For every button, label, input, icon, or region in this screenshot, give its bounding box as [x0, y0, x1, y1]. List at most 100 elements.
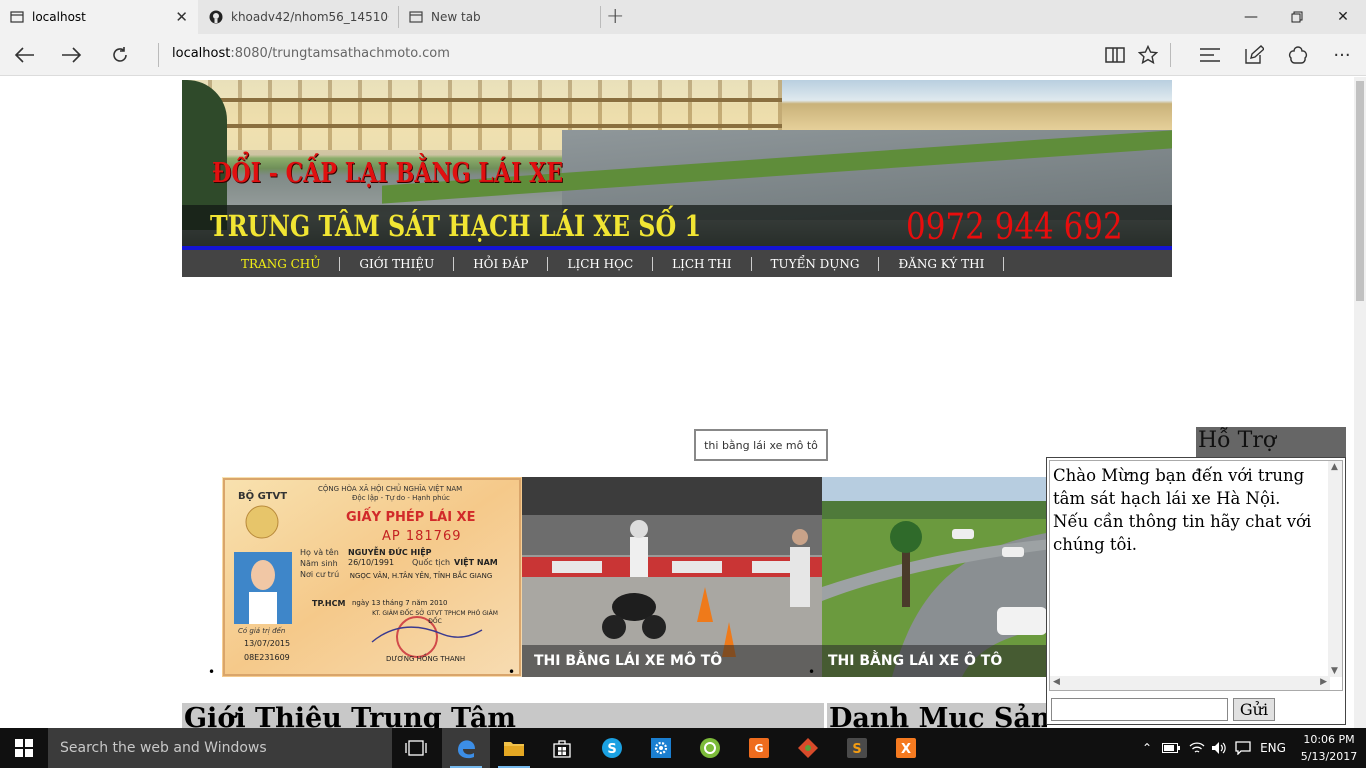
tray-volume-icon[interactable] [1208, 728, 1230, 768]
page-viewport: ĐỔI - CẤP LẠI BẰNG LÁI XE TRUNG TÂM SÁT … [0, 77, 1354, 728]
taskbar-sublime[interactable]: S [833, 728, 881, 768]
menu-item-home[interactable]: TRANG CHỦ [222, 256, 341, 271]
license-serial: 08E231609 [244, 653, 290, 662]
web-note-button[interactable] [1241, 42, 1267, 68]
taskbar-git[interactable] [784, 728, 832, 768]
clock-date: 5/13/2017 [1300, 750, 1358, 763]
svg-text:S: S [607, 742, 616, 757]
slide-motorbike-test[interactable]: THI BẰNG LÁI XE MÔ TÔ [522, 477, 822, 677]
scroll-down-icon[interactable]: ▼ [1331, 666, 1338, 676]
license-valid-until: 13/07/2015 [244, 639, 291, 648]
forward-button[interactable] [57, 40, 87, 70]
tab-title: localhost [32, 10, 86, 24]
slider-bullet[interactable]: • [208, 665, 215, 679]
chat-message-line: Chào Mừng bạn đến với trung tâm sát hạch… [1053, 466, 1305, 508]
forward-arrow-icon [62, 47, 82, 63]
tray-language[interactable]: ENG [1256, 728, 1290, 768]
license-issue-city: TP.HCM [312, 599, 346, 608]
taskbar-clock[interactable]: 10:06 PM 5/13/2017 [1296, 731, 1362, 765]
banner-title-top: ĐỔI - CẤP LẠI BẰNG LÁI XE [212, 158, 564, 189]
slider-bullet[interactable]: • [508, 665, 515, 679]
license-title: GIẤY PHÉP LÁI XE [346, 510, 476, 525]
minimize-button[interactable]: — [1228, 0, 1274, 34]
taskbar-coccoc[interactable] [686, 728, 734, 768]
license-field-labels: Họ và tên Năm sinh Nơi cư trú [300, 547, 339, 580]
close-tab-icon[interactable]: ✕ [175, 8, 188, 26]
taskbar-store[interactable] [538, 728, 586, 768]
chat-widget: Chào Mừng bạn đến với trung tâm sát hạch… [1046, 457, 1346, 725]
slide-license[interactable]: BỘ GTVT CỘNG HÒA XÃ HỘI CHỦ NGHĨA VIỆT N… [222, 477, 522, 677]
address-bar[interactable]: localhost:8080/trungtamsathachmoto.com [172, 46, 450, 61]
banner-building-floor [182, 124, 782, 128]
tray-show-hidden-icon[interactable]: ⌃ [1138, 728, 1156, 768]
menu-item-exam-schedule[interactable]: LỊCH THI [653, 256, 752, 271]
tab-localhost[interactable]: localhost ✕ [0, 0, 198, 34]
taskbar-xampp[interactable]: X [882, 728, 930, 768]
license-nationality-label: Quốc tịch [412, 558, 451, 567]
taskbar-skype[interactable]: S [588, 728, 636, 768]
chat-input[interactable] [1051, 698, 1228, 721]
share-button[interactable] [1285, 42, 1311, 68]
page-scrollbar[interactable] [1354, 77, 1366, 728]
folder-icon [504, 742, 524, 756]
new-tab-button[interactable]: + [606, 4, 624, 29]
more-button[interactable]: ··· [1329, 42, 1355, 68]
hub-button[interactable] [1197, 42, 1223, 68]
image-slider: BỘ GTVT CỘNG HÒA XÃ HỘI CHỦ NGHĨA VIỆT N… [222, 477, 1052, 677]
slider-bullet[interactable]: • [808, 665, 815, 679]
chat-send-button[interactable]: Gửi [1233, 698, 1275, 721]
reading-view-button[interactable] [1102, 42, 1128, 68]
taskbar: Search the web and Windows S G S X ⌃ ENG… [0, 728, 1366, 768]
refresh-button[interactable] [105, 40, 135, 70]
close-window-button[interactable]: ✕ [1320, 0, 1366, 34]
license-nationality: VIỆT NAM [454, 558, 498, 567]
restore-button[interactable] [1274, 0, 1320, 34]
address-path: :8080/trungtamsathachmoto.com [230, 46, 450, 61]
chat-vertical-scrollbar[interactable]: ▲ ▼ [1328, 461, 1342, 677]
clock-time: 10:06 PM [1303, 733, 1355, 746]
pdf-reader-icon: G [749, 738, 769, 758]
scroll-up-icon[interactable]: ▲ [1331, 462, 1338, 472]
license-signer-name: DƯƠNG HỒNG THANH [386, 655, 466, 663]
chat-message-area[interactable]: Chào Mừng bạn đến với trung tâm sát hạch… [1049, 460, 1343, 691]
menu-item-about[interactable]: GIỚI THIỆU [340, 256, 455, 271]
banner-title-main: TRUNG TÂM SÁT HẠCH LÁI XE SỐ 1 [210, 209, 702, 243]
chat-message: Chào Mừng bạn đến với trung tâm sát hạch… [1053, 464, 1325, 556]
refresh-icon [113, 47, 127, 62]
slide-car-test[interactable]: THI BẰNG LÁI XE Ô TÔ [822, 477, 1052, 677]
taskbar-edge[interactable] [442, 728, 490, 768]
tab-new-tab[interactable]: New tab [399, 0, 599, 34]
scroll-left-icon[interactable]: ◀ [1053, 677, 1060, 687]
tray-notification-icon[interactable] [1232, 728, 1254, 768]
license-name: NGUYỄN ĐỨC HIỆP [348, 548, 432, 557]
start-button[interactable] [0, 728, 48, 768]
menu-item-faq[interactable]: HỎI ĐÁP [454, 256, 549, 271]
taskbar-foxit[interactable]: G [735, 728, 783, 768]
taskbar-settings[interactable] [637, 728, 685, 768]
task-view-button[interactable] [392, 728, 440, 768]
back-button[interactable] [9, 40, 39, 70]
tray-wifi-icon[interactable] [1186, 728, 1208, 768]
windows-logo-icon [15, 739, 33, 757]
menu-item-study-schedule[interactable]: LỊCH HỌC [548, 256, 654, 271]
license-valid-label: Có giá trị đến [238, 627, 286, 635]
tab-github[interactable]: khoadv42/nhom56_14510618 [199, 0, 395, 34]
browser-tab-bar: localhost ✕ khoadv42/nhom56_14510618 New… [0, 0, 1366, 34]
license-residence-label: Nơi cư trú [300, 570, 340, 579]
page-scroll-thumb[interactable] [1356, 81, 1364, 301]
header-banner: ĐỔI - CẤP LẠI BẰNG LÁI XE TRUNG TÂM SÁT … [182, 80, 1172, 250]
license-residence: NGỌC VÂN, H.TÂN YÊN, TỈNH BẮC GIANG [349, 572, 493, 580]
favorite-button[interactable] [1135, 42, 1161, 68]
menu-item-recruitment[interactable]: TUYỂN DỤNG [752, 256, 880, 271]
chat-horizontal-scrollbar[interactable]: ◀ ▶ [1050, 676, 1330, 690]
scroll-right-icon[interactable]: ▶ [1320, 677, 1327, 687]
taskbar-search-box[interactable]: Search the web and Windows [48, 728, 392, 768]
taskbar-file-explorer[interactable] [490, 728, 538, 768]
banner-building-floor [182, 98, 782, 102]
banner-phone: 0972 944 692 [906, 207, 1123, 248]
menu-item-register-exam[interactable]: ĐĂNG KÝ THI [879, 256, 1005, 271]
tray-battery-icon[interactable] [1160, 728, 1182, 768]
edge-icon [458, 740, 475, 759]
back-arrow-icon [14, 47, 34, 63]
star-icon [1138, 45, 1158, 65]
